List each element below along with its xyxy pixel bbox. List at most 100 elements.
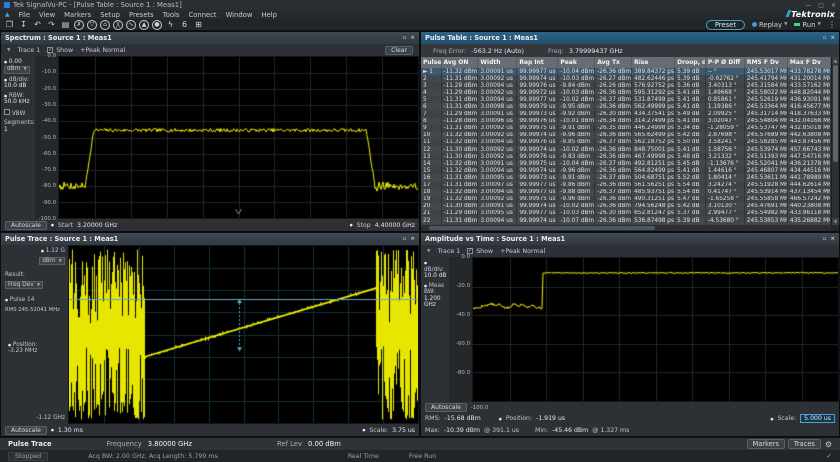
print-icon[interactable]: ▤ <box>60 19 71 30</box>
horizontal-scrollbar[interactable] <box>421 225 831 231</box>
table-row[interactable]: ► 1-11.32 dBm3.00091 us99.99977 us-10.04… <box>421 68 831 75</box>
vertical-scrollbar[interactable]: ▲ ▼ <box>831 57 839 225</box>
connect-icon[interactable]: 6 <box>179 19 190 30</box>
scale-value[interactable]: 3.75 us <box>392 427 415 434</box>
frequency-value[interactable]: 3.80000 GHz <box>148 440 192 448</box>
table-row[interactable]: 19-11.32 dBm3.00092 us99.99975 us-9.96 d… <box>421 196 831 203</box>
pin-icon[interactable]: ▫ <box>403 236 407 242</box>
more-menu-icon[interactable]: ⋮ <box>828 20 836 29</box>
x-position-value[interactable]: 1.30 ms <box>58 427 83 434</box>
ref-lev-value[interactable]: 0.00 dBm <box>308 440 341 448</box>
menu-file[interactable]: File <box>19 11 30 19</box>
spectrum-header[interactable]: Spectrum : Source 1 : Meas1 ▫ × <box>1 32 419 44</box>
close-icon[interactable]: × <box>831 2 836 9</box>
layout-grid-icon[interactable]: ⊞ <box>193 19 204 30</box>
trace-selector[interactable]: Trace 1 <box>437 248 460 255</box>
meas-bw-field[interactable]: ● Meas BW:1.200 GHz <box>424 283 447 309</box>
close-icon[interactable]: × <box>410 236 415 242</box>
position-value[interactable]: -1.919 us <box>536 415 565 422</box>
app-menu-icon[interactable]: ▲ <box>5 11 10 18</box>
play-circle-icon[interactable]: ▲ <box>139 20 149 30</box>
close-icon[interactable]: × <box>830 35 835 41</box>
db-div-field[interactable]: ● dB/div:10.0 dB <box>4 77 33 90</box>
y-top-value[interactable]: ● 1.12 G <box>41 248 65 255</box>
amp-plot[interactable] <box>472 257 839 402</box>
pulse-selector[interactable]: ● Pulse 14 <box>5 297 34 304</box>
table-row[interactable]: 20-11.30 dBm3.00091 us99.99974 us-10.02 … <box>421 203 831 210</box>
pin-icon[interactable]: ▫ <box>823 236 827 242</box>
amplitude-vs-time-header[interactable]: Amplitude vs Time : Source 1 : Meas1 ▫ × <box>421 233 839 245</box>
close-icon[interactable]: × <box>410 35 415 41</box>
table-row[interactable]: 6-11.31 dBm3.00098 us99.99979 us-9.95 dB… <box>421 103 831 110</box>
table-row[interactable]: 10-11.32 dBm3.00092 us99.99974 us-9.96 d… <box>421 132 831 139</box>
menu-connect[interactable]: Connect <box>188 11 216 19</box>
result-selector[interactable]: Freq Dev▼ <box>5 281 43 289</box>
tools-circle-icon[interactable]: ╳ <box>113 20 123 30</box>
table-row[interactable]: 4-11.29 dBm3.00092 us99.99972 us-10.03 d… <box>421 89 831 96</box>
y-unit-selector[interactable]: dBm▼ <box>39 257 65 265</box>
start-freq-value[interactable]: 3.20000 GHz <box>77 222 117 229</box>
table-row[interactable]: 21-11.29 dBm3.00095 us99.99977 us-10.03 … <box>421 210 831 217</box>
scale-value[interactable]: 5.000 us <box>800 414 835 423</box>
shield-circle-icon[interactable]: ▽ <box>87 20 97 30</box>
column-header[interactable]: RMS F Dv <box>745 57 788 68</box>
table-row[interactable]: 18-11.32 dBm3.00094 us99.99977 us-9.88 d… <box>421 189 831 196</box>
menu-help[interactable]: Help <box>261 11 277 19</box>
trace-dropdown-icon[interactable]: ▼ <box>7 48 10 53</box>
menu-markers[interactable]: Markers <box>64 11 91 19</box>
trace-dropdown-icon[interactable]: ▼ <box>427 249 430 254</box>
table-row[interactable]: 5-11.31 dBm3.00094 us99.99977 us-10.02 d… <box>421 96 831 103</box>
close-icon[interactable]: × <box>830 236 835 242</box>
table-row[interactable]: 12-11.30 dBm3.00092 us99.99974 us-10.02 … <box>421 146 831 153</box>
context-label[interactable]: Pulse Trace <box>8 440 52 448</box>
column-header[interactable]: Pulse # <box>421 57 442 68</box>
position-field[interactable]: ● Position:-3.23 MHz <box>8 342 37 355</box>
autoscale-button[interactable]: Autoscale <box>5 426 47 435</box>
table-row[interactable]: 3-11.28 dBm3.00094 us99.99976 us-9.84 dB… <box>421 82 831 89</box>
record-circle-icon[interactable]: ● <box>152 20 162 30</box>
pin-icon[interactable]: ▫ <box>403 35 407 41</box>
open-file-icon[interactable]: ❐ <box>4 19 15 30</box>
clear-button[interactable]: Clear <box>385 46 413 55</box>
column-header[interactable]: Avg Tx <box>595 57 632 68</box>
column-header[interactable]: Rise <box>632 57 675 68</box>
scrollbar-thumb[interactable] <box>833 65 838 162</box>
gear-icon[interactable]: ⚙ <box>825 440 832 449</box>
vbw-checkbox[interactable]: VBW <box>4 109 33 118</box>
column-header[interactable]: P-P Ø Diff <box>706 57 745 68</box>
table-row[interactable]: 17-11.31 dBm3.00097 us99.99977 us-9.86 d… <box>421 182 831 189</box>
spectrum-plot[interactable] <box>58 56 419 219</box>
ref-level-field[interactable]: ● 0.00 dBm▼ <box>4 59 33 74</box>
replay-button[interactable]: Replay▼ <box>752 21 787 29</box>
autoscale-button[interactable]: Autoscale <box>425 403 467 412</box>
column-header[interactable]: Droop, dB <box>675 57 706 68</box>
table-row[interactable]: 11-11.32 dBm3.00094 us99.99976 us-9.85 d… <box>421 139 831 146</box>
waveform-circle-icon[interactable]: ∿ <box>126 20 136 30</box>
cancel-circle-icon[interactable]: ✗ <box>74 20 84 30</box>
menu-view[interactable]: View <box>39 11 55 19</box>
maximize-icon[interactable]: ▢ <box>818 2 824 9</box>
pulse-trace-plot[interactable] <box>68 245 419 424</box>
menu-window[interactable]: Window <box>226 11 253 19</box>
save-icon[interactable]: ↧ <box>18 19 29 30</box>
traces-button[interactable]: Traces <box>788 439 821 449</box>
home-circle-icon[interactable]: ⌂ <box>100 20 110 30</box>
column-header[interactable]: Rep Int <box>517 57 558 68</box>
table-row[interactable]: 14-11.32 dBm3.00091 us99.99975 us-10.04 … <box>421 160 831 167</box>
table-row[interactable]: 8-11.28 dBm3.00096 us99.99976 us-10.01 d… <box>421 118 831 125</box>
table-row[interactable]: 2-11.31 dBm3.00092 us99.99974 us-10.03 d… <box>421 75 831 82</box>
column-header[interactable]: Max F Dv <box>788 57 831 68</box>
stop-freq-value[interactable]: 4.40000 GHz <box>375 222 415 229</box>
db-div-field[interactable]: ● dB/div:10.0 dB <box>424 260 447 280</box>
run-button[interactable]: Run▼ <box>794 21 821 29</box>
table-row[interactable]: 9-11.31 dBm3.00092 us99.99975 us-9.91 dB… <box>421 125 831 132</box>
undo-icon[interactable]: ↶ <box>32 19 43 30</box>
table-row[interactable]: 13-11.30 dBm3.00092 us99.99976 us-9.83 d… <box>421 153 831 160</box>
markers-button[interactable]: Markers <box>747 439 785 449</box>
table-row[interactable]: 16-11.31 dBm3.00095 us99.99973 us-9.91 d… <box>421 174 831 181</box>
column-header[interactable]: Width <box>478 57 517 68</box>
menu-tools[interactable]: Tools <box>163 11 180 19</box>
redo-icon[interactable]: ↷ <box>46 19 57 30</box>
column-header[interactable]: Avg ON <box>442 57 479 68</box>
column-header[interactable]: Peak <box>558 57 595 68</box>
